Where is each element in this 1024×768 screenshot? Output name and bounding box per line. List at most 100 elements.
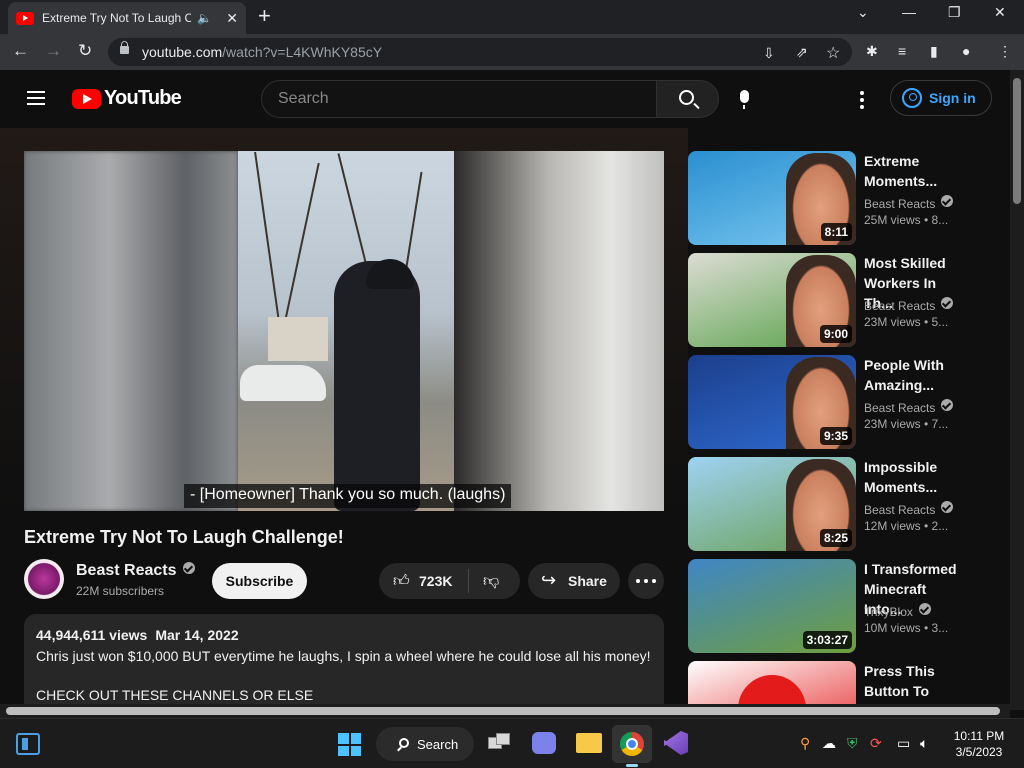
recommendation-thumbnail[interactable]: 3:03:27	[688, 559, 856, 653]
search-tray-icon[interactable]: ⚲	[800, 735, 810, 752]
new-tab-button[interactable]: +	[258, 4, 271, 28]
windows-start-icon[interactable]	[338, 733, 361, 756]
scrollbar-thumb[interactable]	[6, 707, 1000, 715]
hidden-icons-icon[interactable]: ☁	[822, 735, 836, 752]
microphone-icon[interactable]	[740, 90, 749, 109]
like-dislike-group: 👍︎ 723K 👎︎	[379, 563, 520, 599]
visual-studio-icon[interactable]	[664, 731, 688, 755]
channel-avatar[interactable]	[24, 559, 64, 599]
maximize-icon[interactable]: ❐	[948, 4, 961, 21]
recommendation-item[interactable]: 8:25 Impossible Moments... Beast Reacts …	[688, 457, 998, 553]
widgets-icon[interactable]	[16, 733, 40, 755]
recommendation-views: 23M views • 5...	[864, 315, 949, 329]
video-blur-left	[24, 151, 238, 511]
sync-icon[interactable]: ⟳	[870, 735, 882, 752]
house	[268, 317, 328, 361]
security-shield-icon[interactable]: ⛨	[847, 735, 858, 752]
chrome-menu-icon[interactable]: ⋮	[998, 43, 1012, 60]
page-horizontal-scrollbar[interactable]	[0, 704, 1010, 718]
chrome-icon[interactable]	[620, 732, 644, 756]
tab-search-icon[interactable]: ⌄	[857, 4, 869, 21]
video-blur-right	[454, 151, 664, 511]
search-button[interactable]	[656, 80, 719, 118]
window-close-icon[interactable]: ✕	[994, 4, 1006, 21]
verified-icon	[182, 562, 195, 574]
like-thumb-icon[interactable]: 👍︎	[393, 572, 410, 591]
browser-toolbar: ← → ↻ youtube.com/watch?v=L4KWhKY85cY ⇩ …	[0, 34, 1024, 70]
duration-badge: 8:11	[820, 223, 852, 241]
lock-icon[interactable]	[120, 41, 129, 54]
page-vertical-scrollbar[interactable]	[1010, 70, 1024, 710]
video-player[interactable]	[24, 151, 664, 511]
youtube-logo-text[interactable]: YouTube	[104, 87, 182, 110]
verified-icon	[941, 195, 954, 207]
recommendation-title[interactable]: Impossible Moments...	[864, 457, 964, 497]
verified-icon	[941, 501, 954, 513]
recommendation-thumbnail[interactable]: 8:11	[688, 151, 856, 245]
chat-icon[interactable]	[532, 732, 556, 754]
task-view-icon[interactable]	[488, 733, 512, 753]
recommendation-thumbnail[interactable]: 9:00	[688, 253, 856, 347]
bookmark-star-icon[interactable]: ☆	[826, 43, 840, 63]
recommendation-title[interactable]: People With Amazing...	[864, 355, 964, 395]
recommendation-views: 25M views • 8...	[864, 213, 949, 227]
recommendation-channel: Beast Reacts	[864, 399, 954, 415]
extensions-icon[interactable]: ✱	[866, 43, 878, 60]
recommendation-thumbnail[interactable]: 8:25	[688, 457, 856, 551]
taskbar-search-button[interactable]: Search	[376, 727, 474, 761]
volume-icon[interactable]: 🔈︎	[920, 735, 928, 752]
recommendation-item[interactable]: 9:00 Most Skilled Workers In Th... Beast…	[688, 253, 998, 349]
side-panel-icon[interactable]: ▮	[930, 43, 938, 60]
recommendation-title[interactable]: Extreme Moments...	[864, 151, 964, 191]
settings-menu-icon[interactable]	[860, 91, 864, 112]
recommendation-item[interactable]: 9:35 People With Amazing... Beast Reacts…	[688, 355, 998, 451]
recommendation-item[interactable]: 8:11 Extreme Moments... Beast Reacts 25M…	[688, 151, 998, 247]
scrollbar-thumb[interactable]	[1013, 78, 1021, 204]
reload-icon[interactable]: ↻	[78, 40, 92, 62]
search-input[interactable]: Search	[261, 80, 657, 118]
recommendation-title[interactable]: Press This Button To Win...	[864, 661, 964, 704]
more-actions-button[interactable]	[628, 563, 664, 599]
display-icon[interactable]: ▭	[897, 735, 910, 752]
clock-date: 3/5/2023	[955, 745, 1003, 759]
channel-name[interactable]: Beast Reacts	[76, 562, 195, 580]
subscribe-button[interactable]: Subscribe	[212, 563, 307, 599]
subscriber-count: 22M subscribers	[76, 584, 165, 598]
hamburger-menu-icon[interactable]	[27, 91, 45, 105]
verified-icon	[918, 603, 931, 615]
verified-icon	[941, 297, 954, 309]
url-text[interactable]: youtube.com/watch?v=L4KWhKY85cY	[142, 44, 382, 60]
address-bar[interactable]: youtube.com/watch?v=L4KWhKY85cY ⇩ ⇗ ☆	[108, 38, 852, 66]
search-placeholder: Search	[278, 90, 329, 107]
like-count[interactable]: 723K	[419, 573, 452, 589]
install-icon[interactable]: ⇩	[763, 45, 775, 62]
share-page-icon[interactable]: ⇗	[796, 44, 808, 61]
forward-icon[interactable]: →	[45, 40, 62, 62]
video-caption: - [Homeowner] Thank you so much. (laughs…	[184, 484, 512, 508]
duration-badge: 3:03:27	[802, 631, 852, 649]
url-host: youtube.com	[142, 44, 223, 60]
media-controls-icon[interactable]: ≡	[898, 43, 906, 59]
sign-in-button[interactable]: Sign in	[890, 80, 992, 116]
tab-audio-icon[interactable]: 🔈	[197, 11, 212, 25]
tab-close-icon[interactable]: ✕	[226, 10, 238, 27]
verified-icon	[941, 399, 954, 411]
recommendation-item[interactable]: Press This Button To Win...	[688, 661, 998, 704]
back-icon[interactable]: ←	[12, 40, 29, 62]
description-box[interactable]: 44,944,611 views Mar 14, 2022 Chris just …	[24, 614, 664, 704]
description-meta: 44,944,611 views Mar 14, 2022	[36, 627, 239, 643]
windows-taskbar: Search ⚲ ☁ ⛨ ⟳ ▭ 🔈︎ 10:11 PM 3/5/2023	[0, 718, 1024, 768]
youtube-logo-icon[interactable]	[72, 89, 101, 109]
share-button[interactable]: ↪ Share	[528, 563, 620, 599]
dislike-thumb-icon[interactable]: 👎︎	[483, 572, 499, 591]
minimize-icon[interactable]: —	[902, 4, 916, 20]
recommendation-thumbnail[interactable]: 9:35	[688, 355, 856, 449]
system-clock[interactable]: 10:11 PM 3/5/2023	[946, 728, 1012, 760]
recommendation-thumbnail[interactable]	[688, 661, 856, 704]
browser-tab-youtube[interactable]: Extreme Try Not To Laugh Challenge! 🔈 ✕	[8, 2, 246, 34]
recommendation-item[interactable]: 3:03:27 I Transformed Minecraft Into... …	[688, 559, 998, 655]
recommendation-channel: TrixyBlox	[864, 603, 931, 619]
profile-icon[interactable]: ●	[962, 43, 970, 59]
active-app-indicator	[626, 764, 638, 767]
file-explorer-icon[interactable]	[576, 733, 602, 753]
